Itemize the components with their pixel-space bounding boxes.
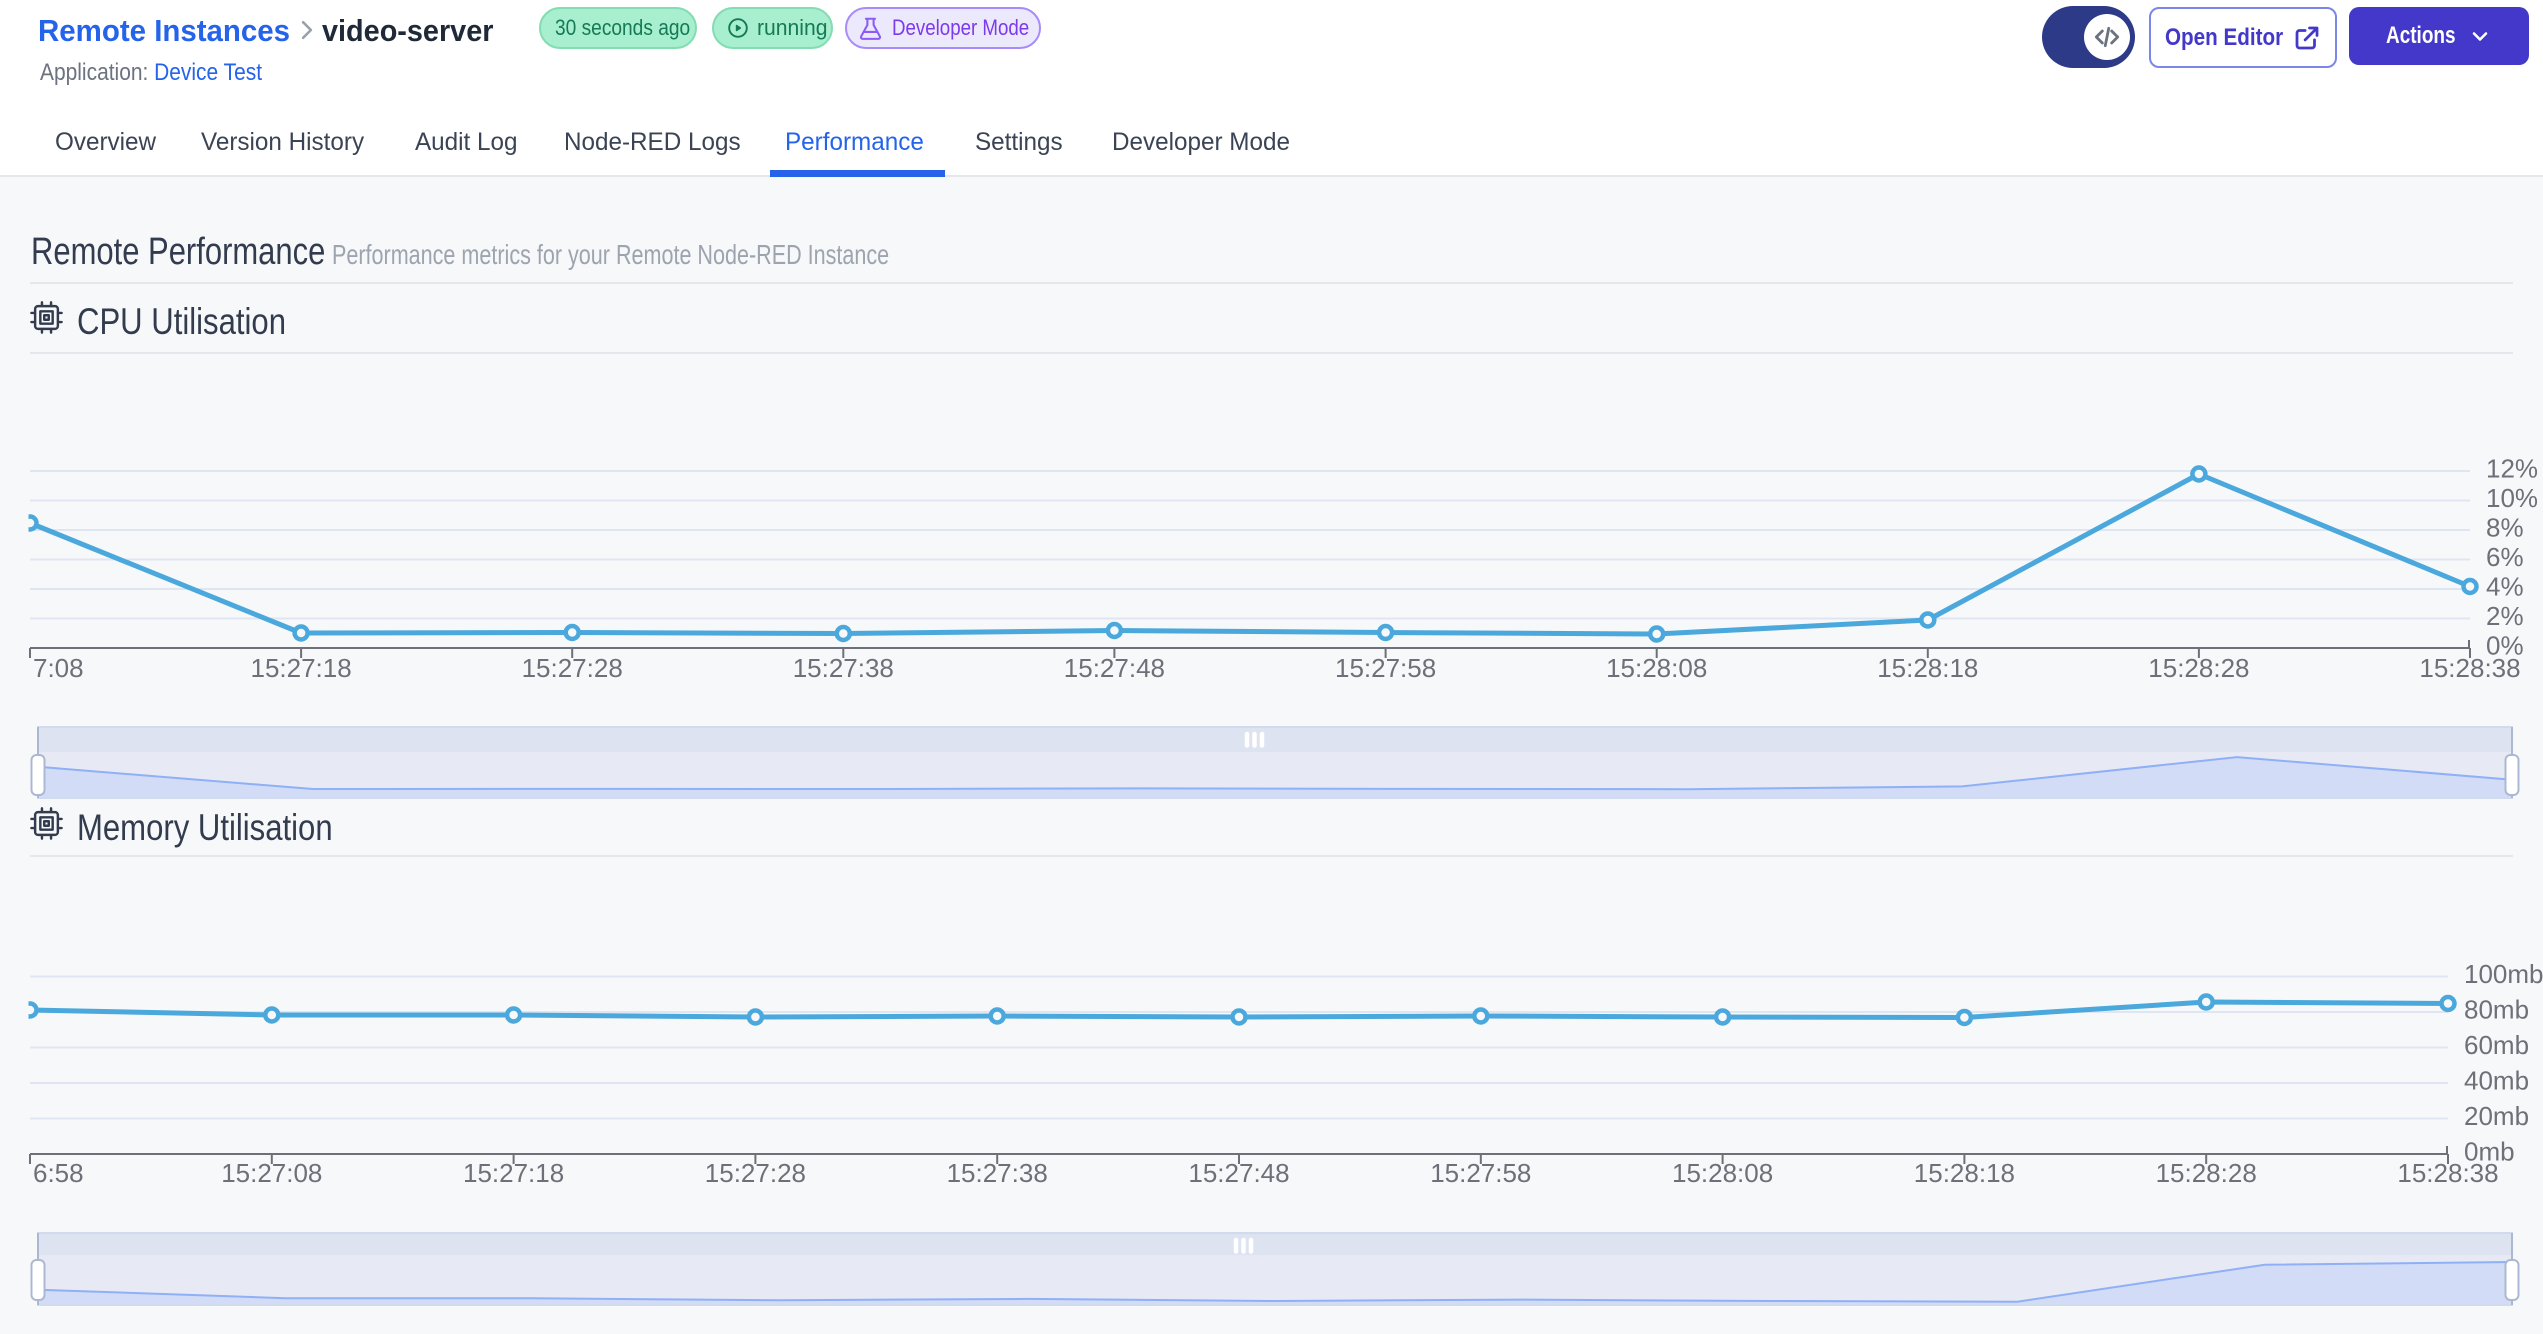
svg-text:15:27:18: 15:27:18 xyxy=(463,1158,564,1188)
svg-text:15:27:18: 15:27:18 xyxy=(250,653,351,683)
svg-text:8%: 8% xyxy=(2486,513,2524,543)
svg-text:15:28:08: 15:28:08 xyxy=(1606,653,1707,683)
svg-text:15:28:38: 15:28:38 xyxy=(2397,1158,2498,1188)
svg-text:15:27:48: 15:27:48 xyxy=(1188,1158,1289,1188)
svg-text:80mb: 80mb xyxy=(2464,995,2529,1025)
svg-text:12%: 12% xyxy=(2486,454,2538,484)
svg-text:15:27:08: 15:27:08 xyxy=(221,1158,322,1188)
svg-text:15:27:58: 15:27:58 xyxy=(1335,653,1436,683)
svg-text:15:27:58: 15:27:58 xyxy=(1430,1158,1531,1188)
svg-text:6:58: 6:58 xyxy=(33,1158,84,1188)
svg-text:15:27:28: 15:27:28 xyxy=(705,1158,806,1188)
svg-text:15:28:18: 15:28:18 xyxy=(1877,653,1978,683)
svg-text:7:08: 7:08 xyxy=(33,653,84,683)
svg-text:15:28:08: 15:28:08 xyxy=(1672,1158,1773,1188)
svg-text:15:28:28: 15:28:28 xyxy=(2156,1158,2257,1188)
svg-text:15:27:28: 15:27:28 xyxy=(522,653,623,683)
svg-text:15:28:18: 15:28:18 xyxy=(1914,1158,2015,1188)
svg-text:6%: 6% xyxy=(2486,542,2524,572)
svg-text:20mb: 20mb xyxy=(2464,1101,2529,1131)
svg-text:10%: 10% xyxy=(2486,483,2538,513)
svg-text:4%: 4% xyxy=(2486,572,2524,602)
svg-text:60mb: 60mb xyxy=(2464,1030,2529,1060)
svg-text:100mb: 100mb xyxy=(2464,959,2543,989)
svg-text:2%: 2% xyxy=(2486,601,2524,631)
svg-text:40mb: 40mb xyxy=(2464,1066,2529,1096)
svg-text:15:27:38: 15:27:38 xyxy=(793,653,894,683)
svg-text:15:28:38: 15:28:38 xyxy=(2419,653,2520,683)
svg-text:15:27:48: 15:27:48 xyxy=(1064,653,1165,683)
svg-text:15:27:38: 15:27:38 xyxy=(947,1158,1048,1188)
svg-text:15:28:28: 15:28:28 xyxy=(2148,653,2249,683)
